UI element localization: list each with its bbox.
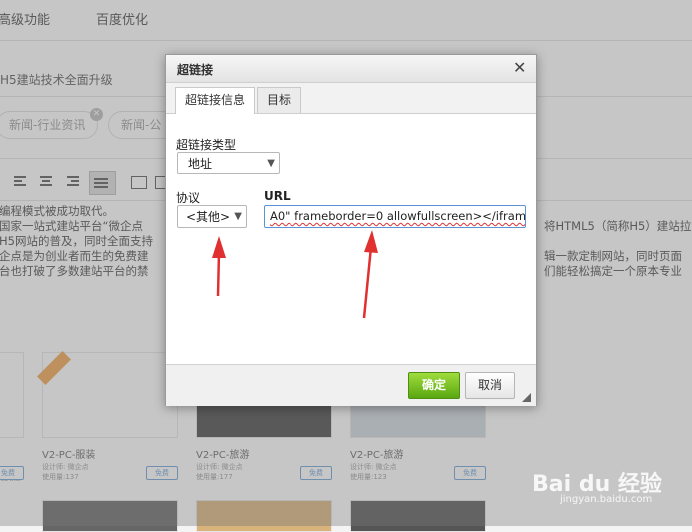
- arrow-icon: [362, 230, 378, 319]
- annotation-arrows: [212, 230, 378, 319]
- arrow-icon: [212, 236, 226, 297]
- watermark-url: jingyan.baidu.com: [560, 494, 653, 505]
